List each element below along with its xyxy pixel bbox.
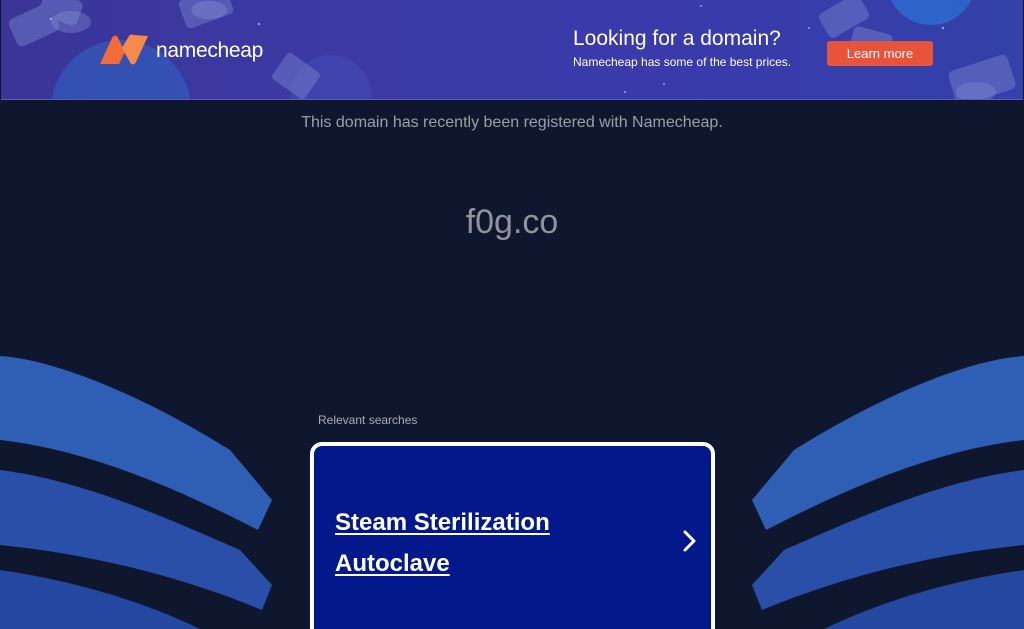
namecheap-logo-text: namecheap [156,38,264,62]
promo-subtitle: Namecheap has some of the best prices. [573,55,792,69]
namecheap-banner[interactable]: namecheap Looking for a domain? Namechea… [1,0,1023,100]
search-result-link[interactable]: Steam Sterilization Autoclave [335,502,635,584]
promo-title: Looking for a domain? [573,27,781,50]
search-result-card[interactable]: Steam Sterilization Autoclave [310,442,715,629]
relevant-searches-label: Relevant searches [318,413,418,427]
domain-name: f0g.co [465,203,559,241]
namecheap-logo: namecheap [98,34,263,66]
chevron-right-icon[interactable] [680,529,698,553]
parked-domain-page: namecheap Looking for a domain? Namechea… [0,0,1024,629]
learn-more-button[interactable]: Learn more [827,41,933,66]
registered-message: This domain has recently been registered… [301,114,723,131]
namecheap-logo-icon [100,34,148,65]
